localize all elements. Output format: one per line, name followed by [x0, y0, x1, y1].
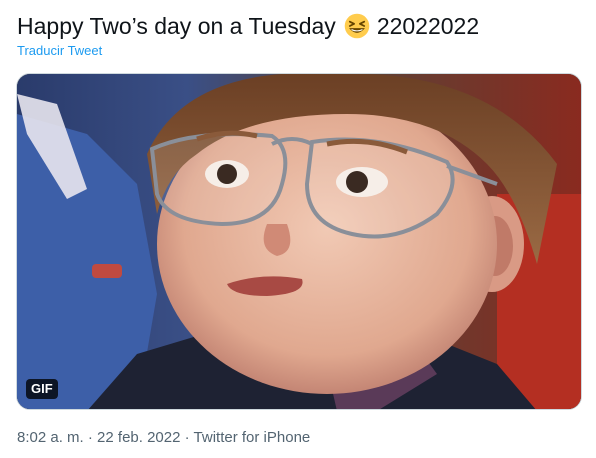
meta-separator: ·	[83, 429, 98, 446]
tweet-time[interactable]: 8:02 a. m.	[17, 429, 84, 446]
gif-badge: GIF	[26, 379, 58, 399]
tweet-metadata: 8:02 a. m. · 22 feb. 2022 · Twitter for …	[17, 428, 310, 448]
grinning-squinting-face-icon	[344, 13, 370, 39]
meta-separator: ·	[180, 429, 194, 446]
boy-with-glasses-gif-image	[17, 74, 581, 409]
tweet-date[interactable]: 22 feb. 2022	[97, 429, 180, 446]
translate-tweet-link[interactable]: Traducir Tweet	[17, 43, 102, 59]
tweet-text-number: 22022022	[376, 13, 480, 39]
tweet-media-gif[interactable]: GIF	[16, 73, 582, 410]
tweet-source[interactable]: Twitter for iPhone	[194, 429, 311, 446]
tweet-text-main: Happy Two’s day on a Tuesday	[17, 13, 336, 39]
tweet-text: Happy Two’s day on a Tuesday 22022022	[17, 10, 479, 42]
